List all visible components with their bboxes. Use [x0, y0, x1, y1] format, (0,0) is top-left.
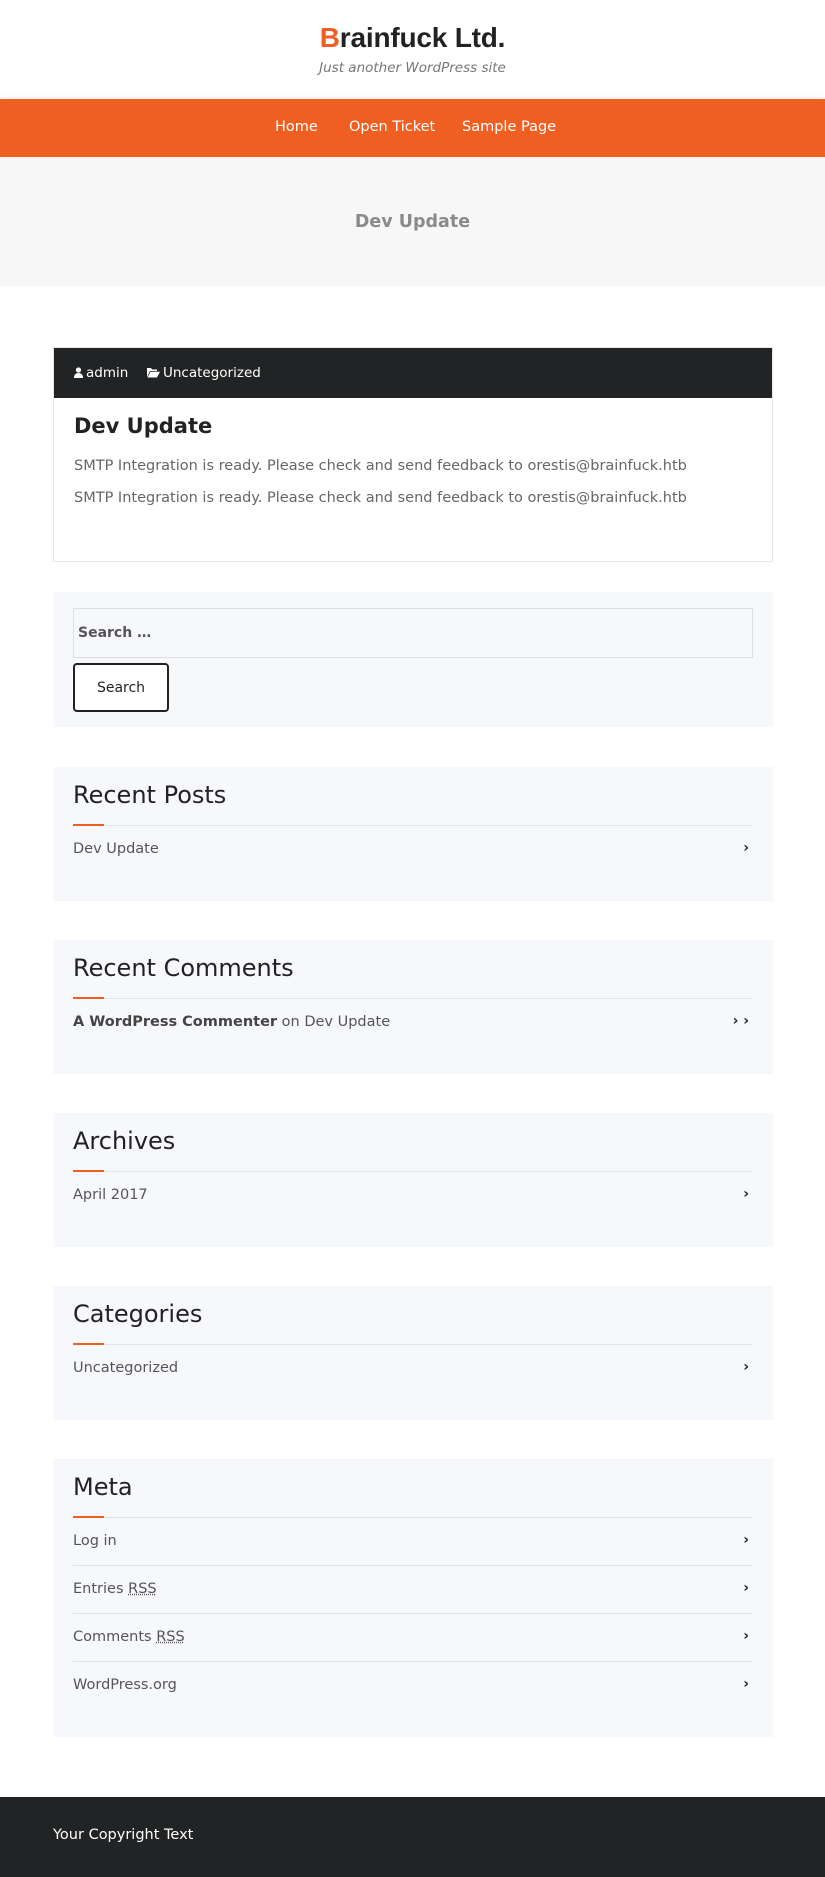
widget-title: Recent Posts — [73, 781, 227, 809]
recent-posts-widget: Recent Posts Dev Update › — [53, 767, 773, 901]
chevron-right-icon: › — [743, 1676, 749, 1692]
post-title[interactable]: Dev Update — [74, 414, 212, 438]
chevron-right-icon: › — [743, 1186, 749, 1202]
post-author[interactable]: admin — [74, 365, 128, 381]
site-title-rest[interactable]: rainfuck Ltd. — [340, 22, 506, 53]
nav-home[interactable]: Home — [275, 119, 318, 135]
chevron-right-icon: › › — [732, 1013, 749, 1029]
site-footer: Your Copyright Text — [0, 1797, 825, 1877]
rss-abbr: RSS — [156, 1629, 185, 1645]
search-button[interactable]: Search — [73, 663, 169, 712]
site-title[interactable]: Brainfuck Ltd. — [0, 22, 825, 54]
comment-entry: A WordPress Commenter on Dev Update — [73, 1014, 390, 1030]
post-category-name[interactable]: Uncategorized — [163, 365, 261, 381]
entries-rss-link[interactable]: Entries RSS — [73, 1581, 157, 1597]
post-content-line: SMTP Integration is ready. Please check … — [74, 458, 687, 474]
list-item[interactable]: WordPress.org › — [73, 1662, 753, 1710]
site-title-initial[interactable]: B — [320, 22, 340, 53]
comments-label[interactable]: Comments — [73, 1629, 152, 1645]
chevron-right-icon: › — [743, 1359, 749, 1375]
search-input[interactable] — [73, 608, 753, 658]
widget-title: Recent Comments — [73, 954, 294, 982]
post-card: admin Uncategorized Dev Update SMTP Inte… — [53, 347, 773, 562]
archives-widget: Archives April 2017 › — [53, 1113, 773, 1247]
list-item[interactable]: Entries RSS › — [73, 1566, 753, 1614]
nav-sample-page[interactable]: Sample Page — [462, 119, 556, 135]
chevron-right-icon: › — [743, 840, 749, 856]
chevron-right-icon: › — [743, 1628, 749, 1644]
user-icon — [74, 367, 83, 378]
recent-post-link[interactable]: Dev Update — [73, 841, 159, 857]
chevron-right-icon: › — [743, 1532, 749, 1548]
chevron-right-icon: › — [743, 1580, 749, 1596]
widget-title: Archives — [73, 1127, 176, 1155]
nav-open-ticket[interactable]: Open Ticket — [349, 119, 435, 135]
search-widget: Search — [53, 592, 773, 727]
post-author-name[interactable]: admin — [86, 365, 128, 381]
archive-link[interactable]: April 2017 — [73, 1187, 148, 1203]
widget-title: Categories — [73, 1300, 203, 1328]
list-item[interactable]: April 2017 › — [73, 1172, 753, 1220]
list-item[interactable]: Log in › — [73, 1518, 753, 1566]
post-content-line: SMTP Integration is ready. Please check … — [74, 490, 687, 506]
comment-author-link[interactable]: A WordPress Commenter — [73, 1014, 277, 1030]
site-header: Brainfuck Ltd. Just another WordPress si… — [0, 0, 825, 99]
meta-widget: Meta Log in › Entries RSS › Comments RSS… — [53, 1459, 773, 1737]
list-item[interactable]: Comments RSS › — [73, 1614, 753, 1662]
copyright-text: Your Copyright Text — [53, 1827, 194, 1843]
category-link[interactable]: Uncategorized — [73, 1360, 178, 1376]
page-banner: Dev Update — [0, 157, 825, 286]
entries-label[interactable]: Entries — [73, 1581, 124, 1597]
list-item[interactable]: Uncategorized › — [73, 1345, 753, 1393]
rss-abbr: RSS — [128, 1581, 157, 1597]
site-tagline: Just another WordPress site — [319, 60, 506, 76]
comment-on-text: on — [281, 1014, 300, 1030]
wordpress-org-link[interactable]: WordPress.org — [73, 1677, 177, 1693]
categories-widget: Categories Uncategorized › — [53, 1286, 773, 1420]
banner-title: Dev Update — [354, 212, 471, 232]
list-item: A WordPress Commenter on Dev Update › › — [73, 999, 753, 1047]
folder-open-icon — [147, 368, 160, 378]
comments-rss-link[interactable]: Comments RSS — [73, 1629, 185, 1645]
list-item[interactable]: Dev Update › — [73, 826, 753, 874]
login-link[interactable]: Log in — [73, 1533, 117, 1549]
comment-post-link[interactable]: Dev Update — [304, 1014, 390, 1030]
post-category[interactable]: Uncategorized — [147, 365, 261, 381]
widget-title: Meta — [73, 1473, 133, 1501]
main-navigation: Home Open Ticket Sample Page — [0, 99, 825, 157]
post-meta-bar: admin Uncategorized — [54, 348, 772, 398]
recent-comments-widget: Recent Comments A WordPress Commenter on… — [53, 940, 773, 1074]
